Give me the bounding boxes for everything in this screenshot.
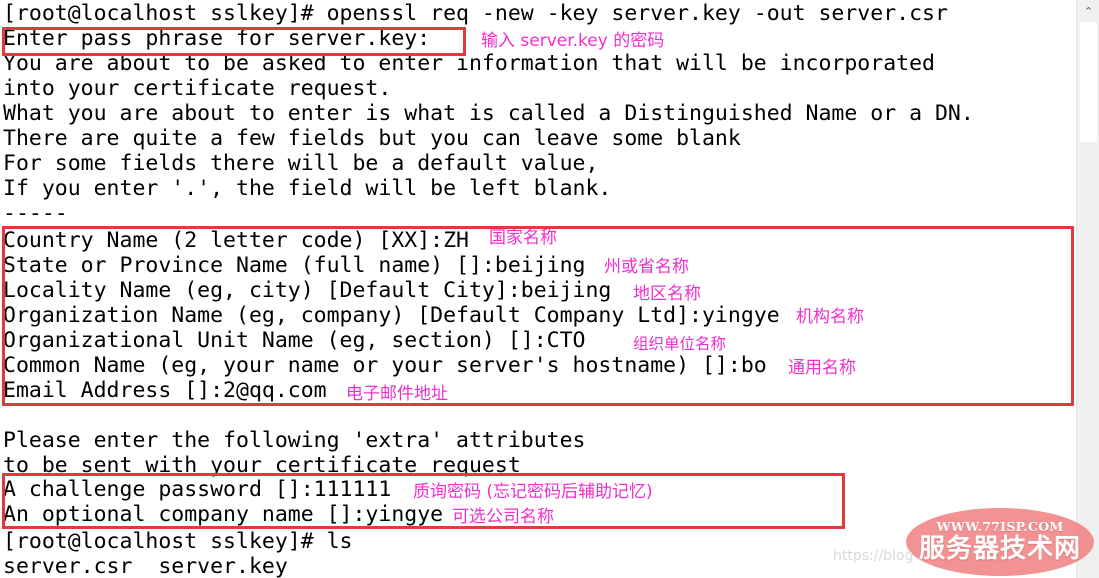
annotation-label: 输入 server.key 的密码 [481, 31, 665, 51]
terminal-line: Locality Name (eg, city) [Default City]:… [3, 278, 612, 303]
terminal-line: For some fields there will be a default … [3, 151, 599, 176]
annotation-label: 组织单位名称 [633, 335, 727, 353]
terminal-line: State or Province Name (full name) []:be… [3, 253, 586, 278]
terminal-line: You are about to be asked to enter infor… [3, 51, 935, 76]
annotation-label: 国家名称 [489, 228, 557, 248]
terminal-line: Common Name (eg, your name or your serve… [3, 353, 767, 378]
terminal-line: What you are about to enter is what is c… [3, 101, 974, 126]
annotation-label: 机构名称 [796, 307, 864, 327]
watermark-url: WWW.77ISP.COM [936, 519, 1064, 534]
terminal-line: Organizational Unit Name (eg, section) [… [3, 328, 586, 353]
terminal-line: Email Address []:2@qq.com [3, 378, 327, 403]
scrollbar-thumb[interactable] [1080, 22, 1097, 142]
annotation-label: 可选公司名称 [452, 507, 554, 527]
terminal-line: If you enter '.', the field will be left… [3, 176, 612, 201]
terminal-line: [root@localhost sslkey]# ls [3, 529, 353, 554]
terminal-line: Please enter the following 'extra' attri… [3, 428, 586, 453]
watermark-badge: WWW.77ISP.COM 服务器技术网 [906, 508, 1094, 576]
terminal-line: An optional company name []:yingye [3, 502, 444, 527]
scroll-up-arrow-icon[interactable]: ⌃ [1077, 0, 1099, 22]
annotation-label: 州或省名称 [604, 257, 689, 277]
terminal-line: [root@localhost sslkey]# openssl req -ne… [3, 1, 948, 26]
annotation-label: 电子邮件地址 [346, 384, 448, 404]
watermark-site-name: 服务器技术网 [918, 534, 1081, 564]
annotation-label: 质询密码 (忘记密码后辅助记忆) [413, 482, 653, 502]
terminal-line: server.csr server.key [3, 554, 288, 578]
terminal-line: Country Name (2 letter code) [XX]:ZH [3, 228, 469, 253]
annotation-label: 通用名称 [788, 358, 856, 378]
annotation-label: 地区名称 [633, 284, 701, 304]
watermark-blog-url: https://blog [833, 548, 914, 564]
terminal-line: A challenge password []:111111 [3, 477, 392, 502]
terminal-line: Organization Name (eg, company) [Default… [3, 303, 780, 328]
terminal-line: ----- [3, 201, 68, 226]
vertical-scrollbar[interactable]: ⌃ [1076, 0, 1099, 578]
terminal-line: to be sent with your certificate request [3, 453, 521, 478]
terminal-line: into your certificate request. [3, 76, 392, 101]
terminal-screenshot: [root@localhost sslkey]# openssl req -ne… [0, 0, 1099, 578]
terminal-line: There are quite a few fields but you can… [3, 126, 741, 151]
terminal-line: Enter pass phrase for server.key: [3, 26, 431, 51]
